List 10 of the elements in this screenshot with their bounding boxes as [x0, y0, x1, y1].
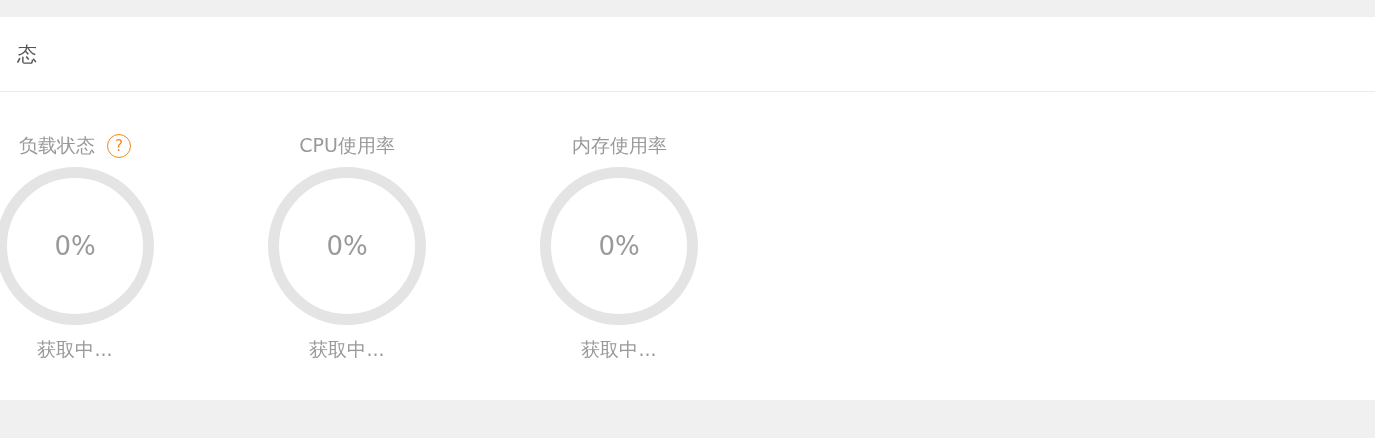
gauge-label: 负载状态	[19, 133, 95, 158]
gauge-value: 0%	[598, 231, 640, 261]
gauge-status: 获取中...	[309, 337, 385, 362]
gauge-value: 0%	[54, 231, 96, 261]
gauge-status: 获取中...	[37, 337, 113, 362]
gauge-status: 获取中...	[581, 337, 657, 362]
gauge-label: CPU使用率	[299, 133, 395, 158]
panel-title: 态	[17, 40, 37, 68]
gauge-label: 内存使用率	[571, 133, 667, 158]
gauge-value: 0%	[326, 231, 368, 261]
